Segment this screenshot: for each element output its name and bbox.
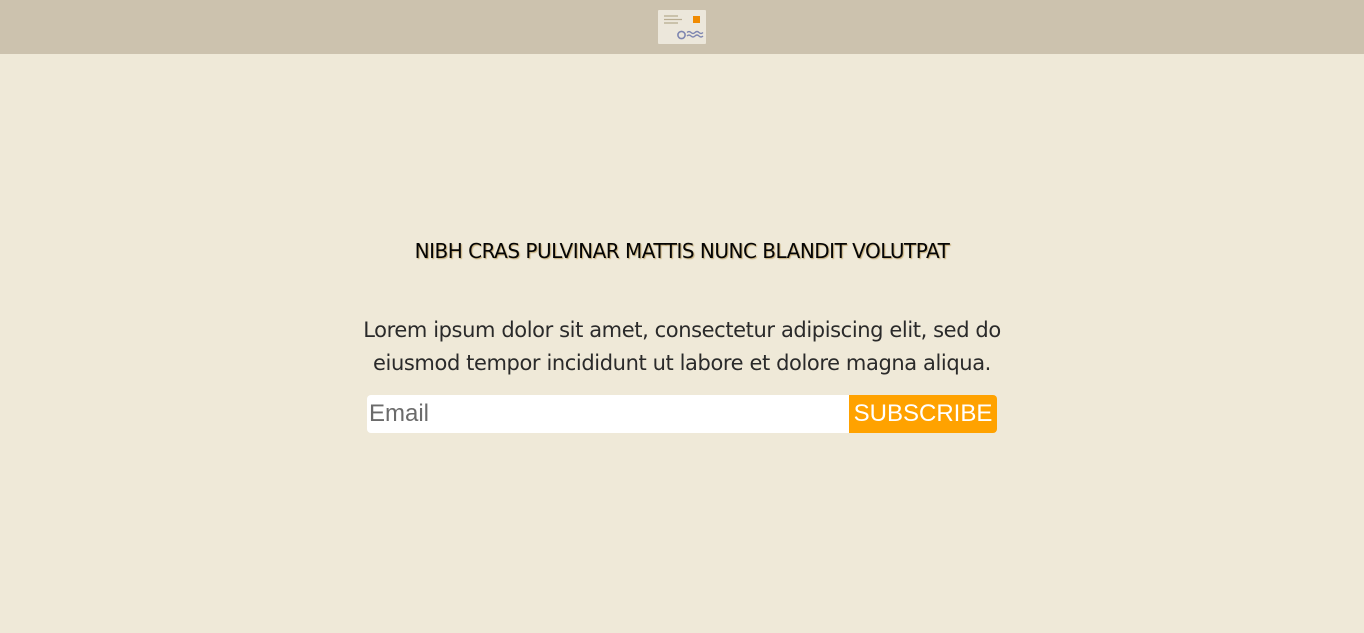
header-bar	[0, 0, 1364, 54]
logo[interactable]	[658, 10, 706, 44]
postcard-envelope-icon	[664, 15, 704, 40]
hero-title: NIBH CRAS PULVINAR MATTIS NUNC BLANDIT V…	[414, 239, 950, 263]
hero-description: Lorem ipsum dolor sit amet, consectetur …	[363, 318, 1001, 375]
subscribe-form: SUBSCRIBE	[367, 395, 997, 433]
email-input[interactable]	[367, 395, 849, 433]
subscribe-button[interactable]: SUBSCRIBE	[849, 395, 997, 433]
